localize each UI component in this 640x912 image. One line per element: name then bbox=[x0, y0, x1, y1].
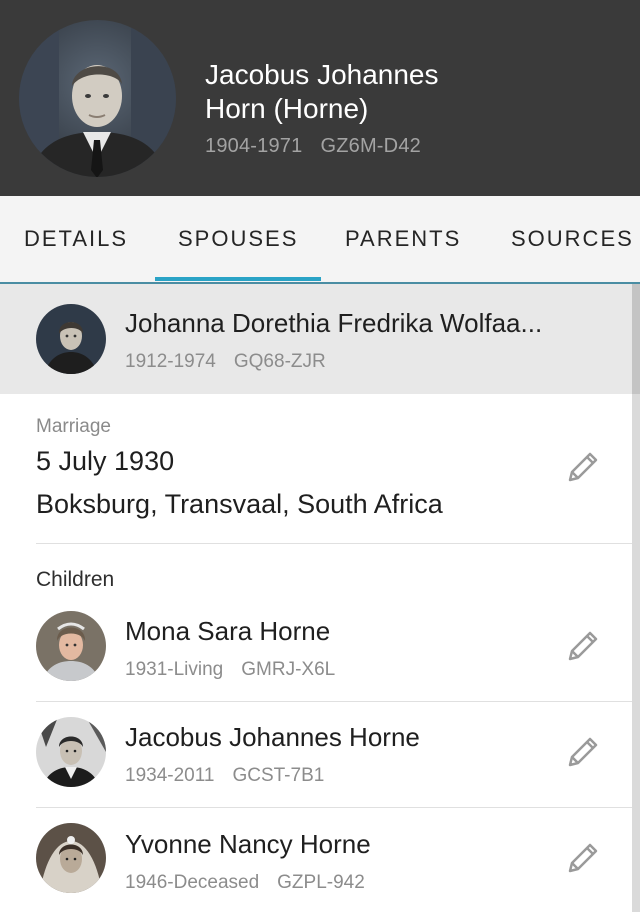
child-avatar bbox=[36, 611, 106, 681]
child-meta: 1934-2011 GCST-7B1 bbox=[125, 765, 324, 787]
active-tab-indicator bbox=[155, 277, 321, 281]
child-id: GMRJ-X6L bbox=[241, 659, 336, 680]
child-lifespan: 1946-Deceased bbox=[125, 872, 260, 893]
child-avatar bbox=[36, 823, 106, 893]
person-lifespan: 1904-1971 bbox=[205, 135, 303, 157]
person-name-line1: Jacobus Johannes bbox=[205, 59, 439, 90]
child-meta: 1931-Living GMRJ-X6L bbox=[125, 659, 335, 681]
person-header: Jacobus Johannes Horn (Horne) 1904-1971 G… bbox=[0, 0, 640, 196]
child-id: GCST-7B1 bbox=[232, 765, 325, 786]
spouse-id: GQ68-ZJR bbox=[233, 351, 326, 372]
tab-sources[interactable]: SOURCES bbox=[511, 226, 634, 252]
person-meta: 1904-1971 GZ6M-D42 bbox=[205, 135, 421, 158]
person-avatar bbox=[19, 20, 176, 177]
pencil-icon bbox=[568, 737, 598, 767]
pencil-icon bbox=[568, 631, 598, 661]
child-lifespan: 1934-2011 bbox=[125, 765, 215, 786]
edit-child-button[interactable] bbox=[562, 839, 602, 879]
tab-bar: DETAILS SPOUSES PARENTS SOURCES bbox=[0, 196, 640, 284]
pencil-icon bbox=[568, 452, 598, 482]
marriage-place: Boksburg, Transvaal, South Africa bbox=[36, 489, 443, 519]
person-id: GZ6M-D42 bbox=[320, 135, 421, 157]
child-name: Yvonne Nancy Horne bbox=[125, 829, 371, 859]
child-meta: 1946-Deceased GZPL-942 bbox=[125, 872, 365, 894]
child-id: GZPL-942 bbox=[277, 872, 365, 893]
spouse-lifespan: 1912-1974 bbox=[125, 351, 216, 372]
row-divider bbox=[36, 807, 632, 808]
scrollbar-thumb[interactable] bbox=[632, 284, 640, 394]
person-name: Jacobus Johannes Horn (Horne) bbox=[205, 58, 625, 126]
tab-spouses[interactable]: SPOUSES bbox=[178, 226, 298, 252]
tab-parents[interactable]: PARENTS bbox=[345, 226, 461, 252]
child-name: Mona Sara Horne bbox=[125, 616, 331, 646]
edit-child-button[interactable] bbox=[562, 733, 602, 773]
child-name: Jacobus Johannes Horne bbox=[125, 722, 420, 752]
pencil-icon bbox=[568, 843, 598, 873]
spouse-row[interactable]: Johanna Dorethia Fredrika Wolfaa... 1912… bbox=[0, 284, 640, 394]
person-name-line2: Horn (Horne) bbox=[205, 93, 369, 124]
section-divider bbox=[36, 543, 632, 544]
marriage-date: 5 July 1930 bbox=[36, 446, 175, 476]
child-avatar bbox=[36, 717, 106, 787]
edit-child-button[interactable] bbox=[562, 627, 602, 667]
spouse-avatar bbox=[36, 304, 106, 374]
edit-marriage-button[interactable] bbox=[562, 448, 602, 488]
children-label: Children bbox=[36, 568, 115, 591]
row-divider bbox=[36, 701, 632, 702]
marriage-label: Marriage bbox=[36, 416, 111, 437]
tab-details[interactable]: DETAILS bbox=[24, 226, 128, 252]
spouse-name: Johanna Dorethia Fredrika Wolfaa... bbox=[125, 308, 543, 338]
spouse-meta: 1912-1974 GQ68-ZJR bbox=[125, 351, 326, 373]
child-lifespan: 1931-Living bbox=[125, 659, 224, 680]
